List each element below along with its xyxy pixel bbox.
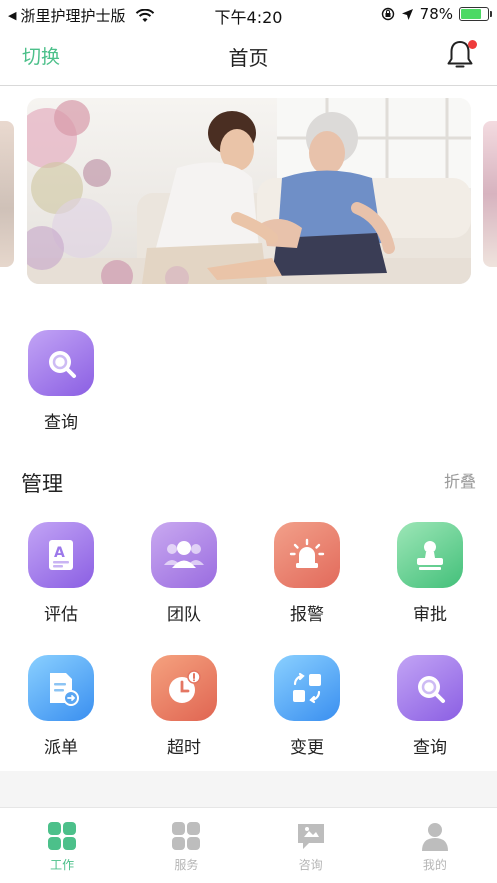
consult-chat-icon bbox=[297, 824, 324, 849]
dispatch-tile[interactable] bbox=[28, 655, 94, 721]
grid-item-change[interactable]: 变更 bbox=[262, 655, 352, 758]
grid-item-dispatch[interactable]: 派单 bbox=[16, 655, 106, 758]
approval-icon bbox=[417, 541, 443, 570]
grid-item-timeout[interactable]: 超时 bbox=[139, 655, 229, 758]
alarm-label: 报警 bbox=[290, 605, 324, 625]
team-icon bbox=[164, 541, 204, 568]
service-grid-icon bbox=[172, 822, 201, 850]
banner-carousel[interactable] bbox=[0, 86, 497, 296]
grid-item-assessment[interactable]: A 评估 bbox=[16, 522, 106, 625]
nurse-patient-illustration bbox=[27, 98, 471, 284]
work-grid-icon bbox=[48, 822, 77, 850]
change-icon bbox=[293, 672, 321, 704]
banner-image[interactable] bbox=[27, 98, 471, 284]
approval-label: 审批 bbox=[413, 605, 447, 625]
dispatch-label: 派单 bbox=[44, 738, 78, 758]
tab-service[interactable]: 服务 bbox=[124, 808, 248, 883]
fold-button[interactable]: 折叠 bbox=[444, 468, 476, 492]
nav-bar: 切换 首页 bbox=[0, 28, 497, 86]
approval-tile[interactable] bbox=[397, 522, 463, 588]
query-tile[interactable] bbox=[28, 330, 94, 396]
change-tile[interactable] bbox=[274, 655, 340, 721]
search-icon bbox=[418, 676, 445, 703]
alarm-icon bbox=[289, 538, 325, 568]
tab-service-label: 服务 bbox=[174, 858, 199, 872]
tab-work-label: 工作 bbox=[50, 858, 75, 872]
tab-profile[interactable]: 我的 bbox=[373, 808, 497, 883]
grid-item-approval[interactable]: 审批 bbox=[385, 522, 475, 625]
timeout-tile[interactable] bbox=[151, 655, 217, 721]
assessment-tile[interactable]: A bbox=[28, 522, 94, 588]
page-title: 首页 bbox=[228, 46, 269, 70]
grid-item-query[interactable]: 查询 bbox=[385, 655, 475, 758]
quick-query-entry[interactable]: 查询 bbox=[28, 330, 94, 433]
battery-percent: 78% bbox=[419, 5, 453, 23]
alarm-tile[interactable] bbox=[274, 522, 340, 588]
grid-item-alarm[interactable]: 报警 bbox=[262, 522, 352, 625]
timeout-icon bbox=[169, 670, 201, 703]
banner-prev-slide[interactable] bbox=[0, 121, 14, 267]
battery-icon bbox=[459, 7, 492, 21]
rotation-lock-icon bbox=[381, 7, 394, 21]
search-icon bbox=[49, 351, 76, 378]
query-label: 查询 bbox=[44, 413, 78, 433]
tab-bar: 工作 服务 咨询 我的 bbox=[0, 807, 497, 883]
tab-consult[interactable]: 咨询 bbox=[249, 808, 373, 883]
tab-work[interactable]: 工作 bbox=[0, 808, 124, 883]
location-arrow-icon bbox=[401, 8, 413, 20]
battery-fill bbox=[461, 9, 482, 19]
banner-next-slide[interactable] bbox=[483, 121, 497, 267]
team-label: 团队 bbox=[167, 605, 201, 625]
assessment-icon: A bbox=[49, 540, 73, 570]
notification-badge bbox=[468, 40, 477, 49]
assessment-label: 评估 bbox=[44, 605, 78, 625]
content-bottom-spacer bbox=[0, 771, 497, 807]
svg-text:A: A bbox=[54, 545, 65, 561]
notification-button[interactable] bbox=[445, 38, 477, 72]
status-right: 78% bbox=[381, 5, 492, 23]
tab-consult-label: 咨询 bbox=[298, 858, 323, 872]
team-tile[interactable] bbox=[151, 522, 217, 588]
grid-item-team[interactable]: 团队 bbox=[139, 522, 229, 625]
status-bar: ◀ 浙里护理护士版 下午4:20 78% bbox=[0, 0, 497, 28]
query-grid-tile[interactable] bbox=[397, 655, 463, 721]
management-title: 管理 bbox=[21, 472, 63, 496]
profile-icon bbox=[421, 823, 448, 851]
tab-profile-label: 我的 bbox=[422, 858, 447, 872]
query-grid-label: 查询 bbox=[413, 738, 447, 758]
timeout-label: 超时 bbox=[167, 738, 201, 758]
dispatch-icon bbox=[50, 673, 79, 706]
change-label: 变更 bbox=[290, 738, 324, 758]
